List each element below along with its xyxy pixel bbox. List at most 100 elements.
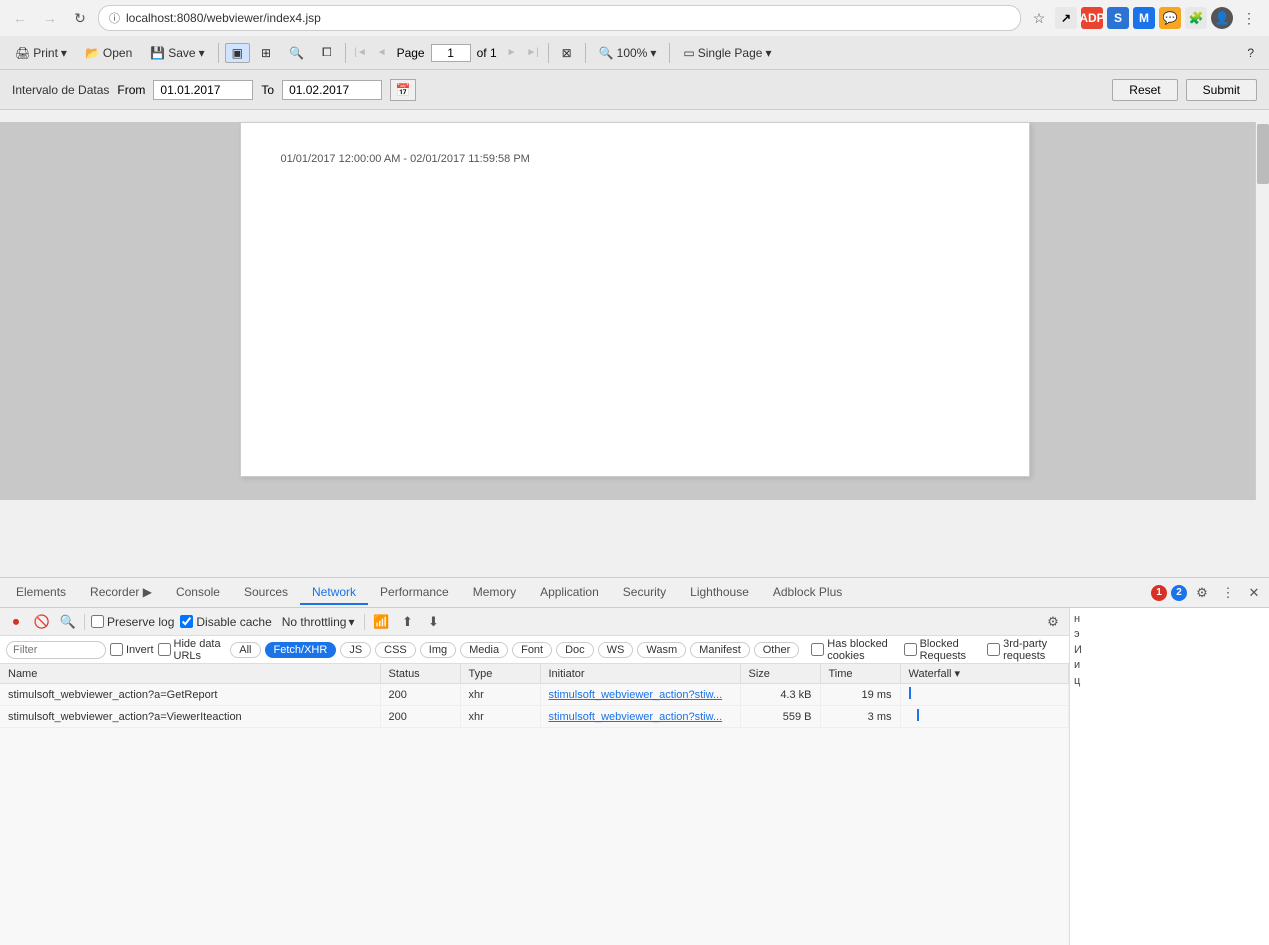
layout-single-icon[interactable]: ▣ [225,43,250,63]
col-initiator[interactable]: Initiator [540,664,740,684]
network-settings-button[interactable]: ⚙ [1043,612,1063,632]
tab-console[interactable]: Console [164,581,232,605]
filter-chip-media[interactable]: Media [460,642,508,658]
disable-cache-label[interactable]: Disable cache [180,615,271,629]
reset-button[interactable]: Reset [1112,79,1177,101]
col-type[interactable]: Type [460,664,540,684]
filter-chip-manifest[interactable]: Manifest [690,642,750,658]
tab-security[interactable]: Security [611,581,678,605]
filter-input[interactable] [6,641,106,659]
settings-button[interactable]: ⚙ [1191,582,1213,604]
error-badge: 1 [1151,585,1167,601]
hide-data-urls-label[interactable]: Hide data URLs [158,638,227,662]
tab-sources[interactable]: Sources [232,581,300,605]
ext-puzzle-icon[interactable]: 🧩 [1185,7,1207,29]
fit-page-button[interactable]: ⊠ [555,43,579,63]
filter-chip-img[interactable]: Img [420,642,456,658]
filter-button[interactable]: 🔍 [58,612,78,632]
tab-lighthouse[interactable]: Lighthouse [678,581,761,605]
tab-application[interactable]: Application [528,581,611,605]
next-page-button[interactable]: ► [503,44,521,62]
upload-button[interactable]: ⬆ [397,612,417,632]
blocked-requests-checkbox[interactable] [904,643,917,656]
third-party-label[interactable]: 3rd-party requests [987,638,1063,662]
to-date-input[interactable]: 01.02.2017 [282,80,382,100]
back-button[interactable]: ← [8,6,32,30]
save-button[interactable]: 💾 Save ▾ [143,43,211,63]
layout-continuous-icon[interactable]: ⊞ [254,43,278,63]
thumbnail-icon[interactable]: ⧠ [315,42,339,63]
user-avatar[interactable]: 👤 [1211,7,1233,29]
menu-button[interactable]: ⋮ [1237,6,1261,30]
close-devtools-button[interactable]: ✕ [1243,582,1265,604]
reload-button[interactable]: ↻ [68,6,92,30]
tab-adblock[interactable]: Adblock Plus [761,581,854,605]
zoom-button[interactable]: 🔍 100% ▾ [592,43,664,63]
print-button[interactable]: 🖨 Print ▾ [8,43,74,63]
filter-chip-doc[interactable]: Doc [556,642,594,658]
ext-m-icon[interactable]: M [1133,7,1155,29]
table-row[interactable]: stimulsoft_webviewer_action?a=ViewerItea… [0,706,1069,728]
forward-button[interactable]: → [38,6,62,30]
third-party-checkbox[interactable] [987,643,1000,656]
disable-cache-checkbox[interactable] [180,615,193,628]
bookmark-button[interactable]: ☆ [1027,6,1051,30]
first-page-button[interactable]: |◄ [352,44,370,62]
page-input[interactable]: 1 [431,44,471,62]
invert-label[interactable]: Invert [110,643,154,656]
from-date-input[interactable]: 01.01.2017 [153,80,253,100]
ext-adblock-icon[interactable]: ADP [1081,7,1103,29]
preserve-log-label[interactable]: Preserve log [91,615,174,629]
print-icon: 🖨 [15,46,30,60]
tab-network[interactable]: Network [300,581,368,605]
filter-chip-ws[interactable]: WS [598,642,634,658]
col-time[interactable]: Time [820,664,900,684]
more-tools-button[interactable]: ⋮ [1217,582,1239,604]
filter-chip-all[interactable]: All [230,642,260,658]
blocked-cookies-checkbox[interactable] [811,643,824,656]
ext-chat-icon[interactable]: 💬 [1159,7,1181,29]
preserve-log-checkbox[interactable] [91,615,104,628]
ext-s-icon[interactable]: S [1107,7,1129,29]
col-status[interactable]: Status [380,664,460,684]
prev-page-button[interactable]: ◄ [373,44,391,62]
single-page-dropdown-icon: ▾ [765,46,771,60]
col-name[interactable]: Name [0,664,380,684]
col-size[interactable]: Size [740,664,820,684]
filter-chip-font[interactable]: Font [512,642,552,658]
url-input[interactable]: localhost:8080/webviewer/index4.jsp [126,11,1010,25]
filter-chip-js[interactable]: JS [340,642,371,658]
blocked-requests-label[interactable]: Blocked Requests [904,638,980,662]
zoom-icon: 🔍 [599,46,614,60]
ext-share-icon[interactable]: ↗ [1055,7,1077,29]
download-button[interactable]: ⬇ [423,612,443,632]
network-table-wrapper[interactable]: Name Status Type Initiator Size Time Wat… [0,664,1069,924]
invert-checkbox[interactable] [110,643,123,656]
col-waterfall[interactable]: Waterfall ▾ [900,664,1069,684]
filter-chip-css[interactable]: CSS [375,642,416,658]
search-toggle-icon[interactable]: 🔍 [282,43,311,63]
filter-chip-fetchxhr[interactable]: Fetch/XHR [265,642,337,658]
tab-memory[interactable]: Memory [461,581,528,605]
hide-data-urls-checkbox[interactable] [158,643,171,656]
submit-button[interactable]: Submit [1186,79,1257,101]
single-page-button[interactable]: ▭ Single Page ▾ [676,43,778,63]
open-button[interactable]: 📂 Open [78,43,139,63]
calendar-button[interactable]: 📅 [390,79,416,101]
wifi-icon[interactable]: 📶 [371,612,391,632]
filter-chip-other[interactable]: Other [754,642,800,658]
clear-button[interactable]: 🚫 [32,612,52,632]
throttle-select[interactable]: No throttling ▾ [278,614,359,630]
table-row[interactable]: stimulsoft_webviewer_action?a=GetReport … [0,684,1069,706]
tab-performance[interactable]: Performance [368,581,461,605]
right-scrollbar[interactable] [1255,122,1269,500]
record-button[interactable]: ⏺ [6,612,26,632]
help-button[interactable]: ? [1240,43,1261,63]
network-toolbar: ⏺ 🚫 🔍 Preserve log Disable cache No thro… [0,608,1069,636]
blocked-cookies-label[interactable]: Has blocked cookies [811,638,895,662]
tab-recorder[interactable]: Recorder ▶ [78,581,164,605]
filter-chip-wasm[interactable]: Wasm [637,642,686,658]
tab-elements[interactable]: Elements [4,581,78,605]
last-page-button[interactable]: ►| [524,44,542,62]
zoom-dropdown-icon: ▾ [650,46,656,60]
